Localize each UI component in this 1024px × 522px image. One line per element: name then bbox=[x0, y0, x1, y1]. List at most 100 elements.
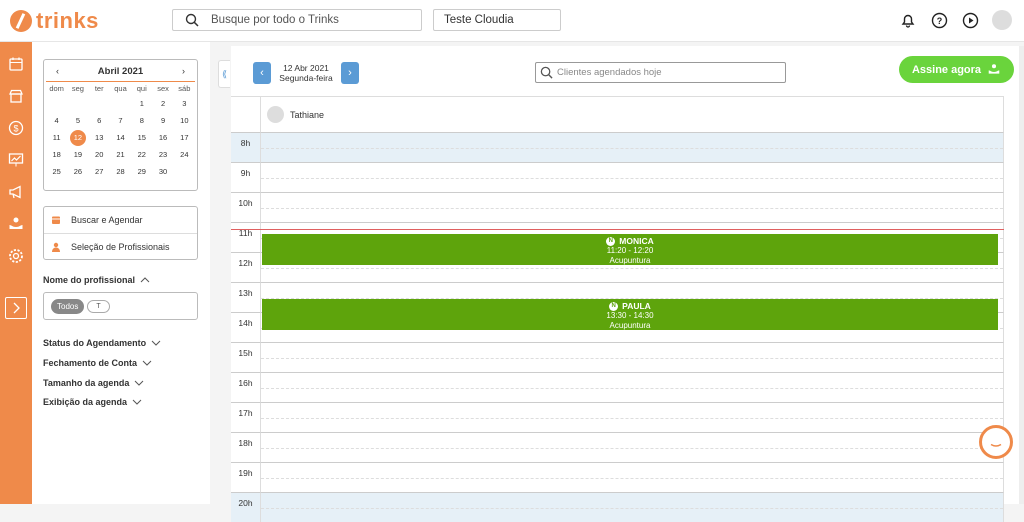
client-name: PAULA bbox=[622, 301, 651, 311]
calendar-day[interactable]: 13 bbox=[89, 129, 110, 146]
calendar-day[interactable]: 9 bbox=[152, 112, 173, 129]
time-slot[interactable] bbox=[260, 432, 1004, 462]
calendar-day[interactable]: 22 bbox=[131, 146, 152, 163]
calendar-day bbox=[67, 95, 88, 112]
search-placeholder: Busque por todo o Trinks bbox=[211, 14, 339, 26]
hour-row: 19h bbox=[231, 462, 1004, 492]
chat-button[interactable] bbox=[979, 425, 1013, 459]
care-icon[interactable] bbox=[8, 216, 24, 232]
calendar-day[interactable]: 28 bbox=[110, 163, 131, 180]
calendar-day[interactable]: 30 bbox=[152, 163, 173, 180]
trinks-logo[interactable]: trinks bbox=[10, 8, 99, 34]
calendar-day[interactable]: 18 bbox=[46, 146, 67, 163]
scrollbar[interactable] bbox=[1019, 46, 1024, 504]
user-avatar-icon[interactable] bbox=[992, 10, 1012, 30]
client-search-placeholder: Clientes agendados hoje bbox=[557, 67, 662, 78]
prev-day-button[interactable]: ‹ bbox=[253, 62, 271, 84]
professional-filter-toggle[interactable]: Nome do profissional bbox=[43, 275, 150, 285]
selected-day[interactable]: 12 bbox=[69, 130, 86, 146]
professional-filter-label: Nome do profissional bbox=[43, 275, 136, 285]
appointment-card[interactable]: N MONICA 11:20 - 12:20 Acupuntura bbox=[262, 234, 998, 265]
calendar-day[interactable]: 5 bbox=[67, 112, 88, 129]
hour-row: 18h bbox=[231, 432, 1004, 462]
top-bar: trinks Busque por todo o Trinks Teste Cl… bbox=[0, 0, 1024, 42]
hour-label: 9h bbox=[231, 162, 260, 192]
professional-name: Tathiane bbox=[290, 109, 325, 120]
calendar-day[interactable]: 2 bbox=[152, 95, 173, 112]
book-button[interactable]: Buscar e Agendar bbox=[44, 207, 197, 233]
display-filter-label: Exibição da agenda bbox=[43, 397, 128, 407]
calendar-day[interactable]: 8 bbox=[131, 112, 152, 129]
chart-icon[interactable] bbox=[8, 152, 24, 168]
next-day-button[interactable]: › bbox=[341, 62, 359, 84]
time-slot[interactable] bbox=[260, 462, 1004, 492]
calendar-day[interactable]: 15 bbox=[131, 129, 152, 146]
professionals-label: Seleção de Profissionais bbox=[71, 241, 170, 252]
left-panel: ‹ Abril 2021 › dom seg ter qua qui sex sáb 1 2 3 4… bbox=[32, 42, 210, 504]
weekday-header: ter bbox=[94, 84, 104, 93]
chip-t[interactable]: T bbox=[87, 299, 110, 313]
help-icon[interactable]: ? bbox=[930, 11, 948, 29]
chip-all[interactable]: Todos bbox=[51, 298, 85, 314]
schedule-grid: Tathiane 8h 9h 10h 11h 12h 13h 14h 15h 16h 17h 18h… bbox=[231, 96, 1004, 522]
time-slot[interactable] bbox=[260, 372, 1004, 402]
display-filter-toggle[interactable]: Exibição da agenda bbox=[43, 397, 142, 407]
time-slot[interactable] bbox=[260, 402, 1004, 432]
professionals-button[interactable]: Seleção de Profissionais bbox=[44, 233, 197, 259]
time-slot[interactable] bbox=[260, 132, 1004, 162]
calendar-day[interactable]: 21 bbox=[110, 146, 131, 163]
calendar-day[interactable]: 11 bbox=[46, 129, 67, 146]
appointment-card[interactable]: N PAULA 13:30 - 14:30 Acupuntura bbox=[262, 299, 998, 330]
appointment-time: 13:30 - 14:30 bbox=[606, 311, 654, 320]
time-slot[interactable] bbox=[260, 162, 1004, 192]
calendar-day[interactable]: 17 bbox=[174, 129, 195, 146]
calendar-next-button[interactable]: › bbox=[182, 66, 185, 77]
hour-label: 18h bbox=[231, 432, 260, 462]
calendar-day[interactable]: 10 bbox=[174, 112, 195, 129]
closing-filter-toggle[interactable]: Fechamento de Conta bbox=[43, 358, 152, 368]
megaphone-icon[interactable] bbox=[8, 184, 24, 200]
subscribe-button[interactable]: Assine agora bbox=[899, 56, 1014, 83]
bell-icon[interactable] bbox=[899, 11, 917, 29]
calendar-day[interactable]: 4 bbox=[46, 112, 67, 129]
professional-column-header: Tathiane bbox=[260, 97, 1004, 132]
calendar-day[interactable]: 26 bbox=[67, 163, 88, 180]
calendar-day[interactable]: 14 bbox=[110, 129, 131, 146]
calendar-day[interactable]: 23 bbox=[152, 146, 173, 163]
size-filter-toggle[interactable]: Tamanho da agenda bbox=[43, 378, 144, 388]
calendar-day[interactable]: 29 bbox=[131, 163, 152, 180]
professional-chips: Todos T bbox=[43, 292, 198, 320]
money-icon[interactable]: $ bbox=[8, 120, 24, 136]
time-slot[interactable] bbox=[260, 492, 1004, 522]
agenda-icon[interactable] bbox=[8, 56, 24, 72]
calendar-day[interactable]: 19 bbox=[67, 146, 88, 163]
calendar-day[interactable]: 7 bbox=[110, 112, 131, 129]
calendar-day[interactable]: 1 bbox=[131, 95, 152, 112]
mini-calendar: ‹ Abril 2021 › dom seg ter qua qui sex sáb 1 2 3 4… bbox=[43, 59, 198, 191]
client-search-input[interactable]: Clientes agendados hoje bbox=[535, 62, 786, 83]
calendar-day[interactable]: 16 bbox=[152, 129, 173, 146]
company-selector[interactable]: Teste Cloudia bbox=[433, 9, 561, 31]
sidebar: $ bbox=[0, 42, 32, 504]
subscribe-label: Assine agora bbox=[911, 63, 982, 76]
calendar-day[interactable]: 3 bbox=[174, 95, 195, 112]
calendar-day[interactable]: 20 bbox=[89, 146, 110, 163]
collapse-panel-button[interactable]: ⟪ bbox=[218, 60, 230, 88]
calendar-day[interactable]: 25 bbox=[46, 163, 67, 180]
calendar-day[interactable]: 6 bbox=[89, 112, 110, 129]
calendar-day[interactable]: 27 bbox=[89, 163, 110, 180]
logo-text: trinks bbox=[36, 8, 99, 33]
time-slot[interactable] bbox=[260, 192, 1004, 222]
settings-icon[interactable] bbox=[8, 248, 24, 264]
calendar-day[interactable]: 12 bbox=[67, 129, 88, 146]
time-slot[interactable] bbox=[260, 342, 1004, 372]
status-filter-toggle[interactable]: Status do Agendamento bbox=[43, 338, 161, 348]
calendar-prev-button[interactable]: ‹ bbox=[56, 66, 59, 77]
store-icon[interactable] bbox=[8, 88, 24, 104]
weekday-header: sáb bbox=[178, 84, 191, 93]
chevron-right-icon[interactable] bbox=[5, 297, 27, 319]
play-icon[interactable] bbox=[961, 11, 979, 29]
new-client-badge: N bbox=[606, 236, 616, 246]
global-search-input[interactable]: Busque por todo o Trinks bbox=[172, 9, 422, 31]
calendar-day[interactable]: 24 bbox=[174, 146, 195, 163]
